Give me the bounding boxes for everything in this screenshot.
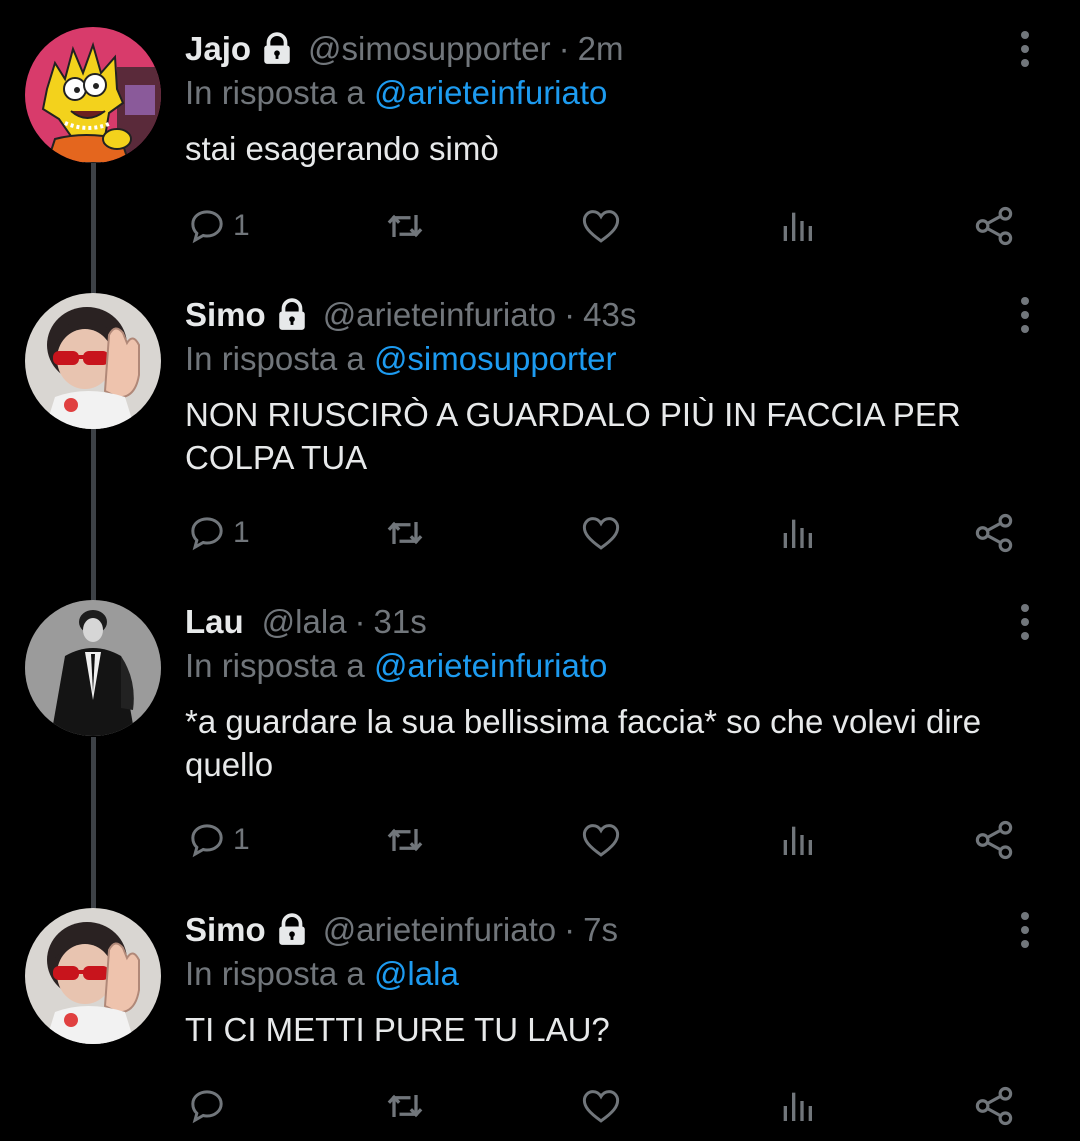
author-handle[interactable]: @lala <box>262 600 347 644</box>
conversation-timeline: Jajo @simosupporter · 2m In risposta a @… <box>0 0 1080 1141</box>
share-button[interactable] <box>973 817 1015 863</box>
avatar[interactable] <box>25 27 161 163</box>
heart-icon <box>582 517 620 550</box>
reply-icon <box>191 210 223 244</box>
views-icon <box>783 212 812 241</box>
views-button[interactable] <box>777 510 817 556</box>
reply-to-link[interactable]: @lala <box>374 955 459 992</box>
views-button[interactable] <box>777 1083 817 1129</box>
avatar[interactable] <box>25 908 161 1044</box>
retweet-icon <box>387 828 423 852</box>
avatar[interactable] <box>25 293 161 429</box>
reply-prefix: In risposta a <box>185 340 365 377</box>
like-button[interactable] <box>580 510 622 556</box>
separator-dot: · <box>564 911 576 948</box>
lock-icon <box>275 298 309 332</box>
thread-connector <box>91 160 96 297</box>
tweet-actions <box>185 1083 1025 1129</box>
retweet-icon <box>387 214 423 238</box>
reply-icon <box>191 517 223 551</box>
share-icon <box>975 820 1013 860</box>
tweet-text: NON RIUSCIRÒ A GUARDALO PIÙ IN FACCIA PE… <box>185 396 961 476</box>
retweet-button[interactable] <box>383 817 427 863</box>
like-button[interactable] <box>580 1083 622 1129</box>
lock-icon <box>260 32 294 66</box>
views-icon <box>783 519 812 548</box>
tweet-time[interactable]: 43s <box>583 293 636 337</box>
reply-button[interactable]: 1 <box>187 510 250 556</box>
tweet-actions: 1 <box>185 203 1025 249</box>
reply-to-link[interactable]: @arieteinfuriato <box>374 74 607 111</box>
views-icon <box>783 1092 812 1121</box>
heart-icon <box>582 1090 620 1123</box>
reply-context: In risposta a @simosupporter <box>185 337 1025 381</box>
retweet-button[interactable] <box>383 1083 427 1129</box>
separator-dot: · <box>354 603 366 640</box>
separator-dot: · <box>564 296 576 333</box>
views-button[interactable] <box>777 203 817 249</box>
share-button[interactable] <box>973 510 1015 556</box>
reply-to-link[interactable]: @simosupporter <box>374 340 617 377</box>
heart-icon <box>582 210 620 243</box>
tweet-text: stai esagerando simò <box>185 130 499 167</box>
lock-icon <box>275 913 309 947</box>
more-options-icon[interactable] <box>1008 602 1042 642</box>
reply-button[interactable]: 1 <box>187 817 250 863</box>
heart-icon <box>582 824 620 857</box>
reply-prefix: In risposta a <box>185 955 365 992</box>
views-icon <box>783 826 812 855</box>
share-button[interactable] <box>973 203 1015 249</box>
tweet-time[interactable]: 7s <box>583 908 618 952</box>
reply-context: In risposta a @arieteinfuriato <box>185 644 1025 688</box>
more-options-icon[interactable] <box>1008 295 1042 335</box>
reply-icon <box>191 1090 223 1124</box>
author-name[interactable]: Simo <box>185 293 266 337</box>
share-button[interactable] <box>973 1083 1015 1129</box>
reply-to-link[interactable]: @arieteinfuriato <box>374 647 607 684</box>
retweet-icon <box>387 1094 423 1118</box>
tweet-text: TI CI METTI PURE TU LAU? <box>185 1011 610 1048</box>
author-handle[interactable]: @simosupporter <box>308 27 551 71</box>
like-button[interactable] <box>580 817 622 863</box>
share-icon <box>975 206 1013 246</box>
author-name[interactable]: Lau <box>185 600 244 644</box>
tweet-actions: 1 <box>185 510 1025 556</box>
reply-prefix: In risposta a <box>185 74 365 111</box>
tweet-time[interactable]: 31s <box>374 600 427 644</box>
thread-connector <box>91 737 96 909</box>
retweet-button[interactable] <box>383 203 427 249</box>
avatar[interactable] <box>25 600 161 736</box>
retweet-button[interactable] <box>383 510 427 556</box>
tweet-actions: 1 <box>185 817 1025 863</box>
separator-dot: · <box>558 30 570 67</box>
share-icon <box>975 513 1013 553</box>
author-handle[interactable]: @arieteinfuriato <box>323 908 556 952</box>
tweet-header: Simo @arieteinfuriato · 7s <box>185 908 1025 952</box>
reply-button[interactable]: 1 <box>187 203 250 249</box>
author-handle[interactable]: @arieteinfuriato <box>323 293 556 337</box>
reply-button[interactable] <box>187 1083 233 1129</box>
more-options-icon[interactable] <box>1008 910 1042 950</box>
reply-prefix: In risposta a <box>185 647 365 684</box>
author-name[interactable]: Jajo <box>185 27 251 71</box>
more-options-icon[interactable] <box>1008 29 1042 69</box>
tweet-text: *a guardare la sua bellissima faccia* so… <box>185 703 982 783</box>
tweet-header: Lau @lala · 31s <box>185 600 1025 644</box>
author-name[interactable]: Simo <box>185 908 266 952</box>
tweet-header: Jajo @simosupporter · 2m <box>185 27 1025 71</box>
tweet-time[interactable]: 2m <box>578 27 624 71</box>
reply-context: In risposta a @arieteinfuriato <box>185 71 1025 115</box>
share-icon <box>975 1086 1013 1126</box>
retweet-icon <box>387 521 423 545</box>
views-button[interactable] <box>777 817 817 863</box>
reply-count: 1 <box>233 516 250 549</box>
reply-count: 1 <box>233 823 250 856</box>
thread-connector <box>91 428 96 603</box>
reply-icon <box>191 824 223 858</box>
reply-count: 1 <box>233 209 250 242</box>
like-button[interactable] <box>580 203 622 249</box>
tweet-header: Simo @arieteinfuriato · 43s <box>185 293 1025 337</box>
reply-context: In risposta a @lala <box>185 952 1025 996</box>
